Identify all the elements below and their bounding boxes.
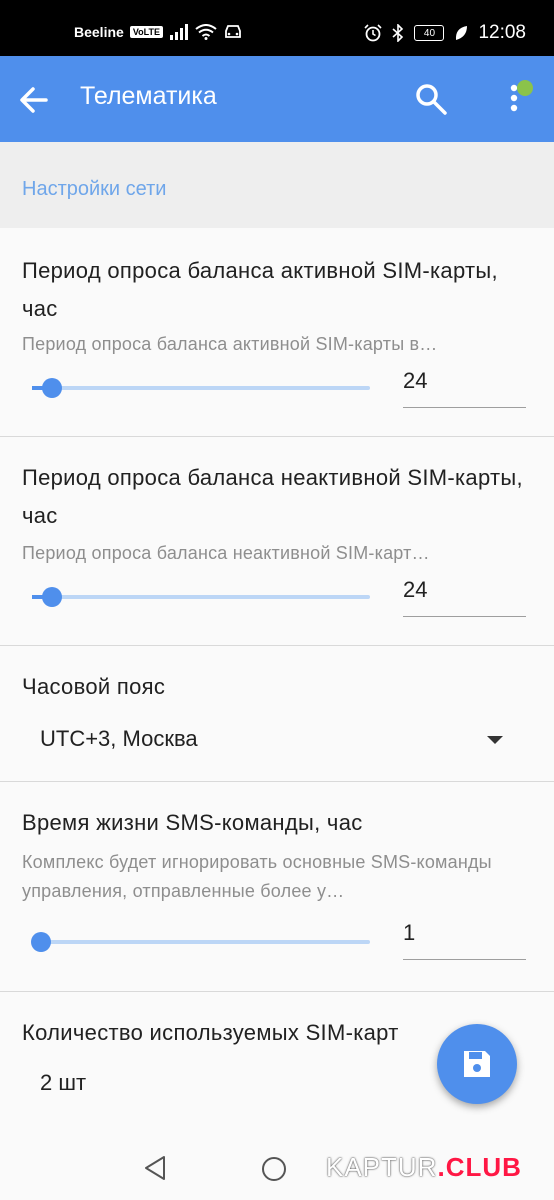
car-icon — [225, 25, 241, 38]
pref-title: Период опроса баланса неактивной SIM-кар… — [22, 465, 523, 528]
slider-thumb[interactable] — [31, 932, 51, 952]
pref-title: Количество используемых SIM-карт — [22, 1020, 399, 1045]
pref-inactive-sim-period: Период опроса баланса неактивной SIM-кар… — [0, 437, 554, 646]
watermark: KAPTUR.CLUB — [326, 1152, 522, 1183]
nav-back-icon[interactable] — [143, 1155, 167, 1181]
nav-home-icon[interactable] — [260, 1155, 288, 1183]
status-right: 40 12:08 — [364, 22, 526, 44]
save-icon — [464, 1051, 490, 1077]
page-title: Телематика — [80, 82, 217, 110]
status-left: Beeline VoLTE — [74, 24, 243, 40]
carrier-label: Beeline — [74, 24, 124, 40]
wifi-icon — [195, 24, 217, 40]
slider-track[interactable] — [40, 386, 370, 390]
value-field[interactable]: 24 — [403, 364, 526, 408]
section-header: Настройки сети — [0, 142, 554, 228]
bluetooth-icon — [392, 24, 404, 42]
pref-timezone[interactable]: Часовой пояс UTC+3, Москва — [0, 646, 554, 782]
battery-icon: 40 — [414, 25, 445, 41]
app-bar: Телематика — [0, 56, 554, 142]
arrow-back-icon[interactable] — [16, 82, 52, 118]
clock: 12:08 — [478, 22, 526, 43]
section-title: Настройки сети — [22, 178, 167, 200]
slider-thumb[interactable] — [42, 378, 62, 398]
pref-sms-lifetime: Время жизни SMS-команды, час Комплекс бу… — [0, 782, 554, 992]
timezone-select[interactable]: UTC+3, Москва — [40, 726, 198, 752]
pref-active-sim-period: Период опроса баланса активной SIM-карты… — [0, 228, 554, 437]
signal-icon — [169, 24, 188, 40]
volte-badge: VoLTE — [129, 26, 163, 38]
slider-track[interactable] — [40, 595, 370, 599]
value-field[interactable]: 24 — [403, 573, 526, 617]
status-bar: Beeline VoLTE 40 12:08 — [0, 0, 554, 64]
pref-subtitle: Комплекс будет игнорировать основные SMS… — [22, 852, 492, 901]
pref-subtitle: Период опроса баланса неактивной SIM-кар… — [22, 543, 430, 563]
watermark-part2: .CLUB — [437, 1152, 522, 1182]
pref-title: Время жизни SMS-команды, час — [22, 810, 363, 835]
pref-subtitle: Период опроса баланса активной SIM-карты… — [22, 334, 438, 354]
save-button[interactable] — [437, 1024, 517, 1104]
dropdown-arrow-icon[interactable] — [487, 736, 503, 744]
value-field[interactable]: 1 — [403, 916, 526, 960]
search-icon[interactable] — [413, 81, 449, 117]
leaf-icon — [456, 26, 468, 40]
alarm-icon — [364, 24, 383, 42]
watermark-part1: KAPTUR — [326, 1152, 438, 1182]
slider-track[interactable] — [40, 940, 370, 944]
pref-title: Часовой пояс — [22, 674, 166, 699]
sim-count-select[interactable]: 2 шт — [40, 1070, 86, 1096]
notification-dot — [517, 80, 533, 96]
slider-thumb[interactable] — [42, 587, 62, 607]
pref-title: Период опроса баланса активной SIM-карты… — [22, 258, 498, 321]
